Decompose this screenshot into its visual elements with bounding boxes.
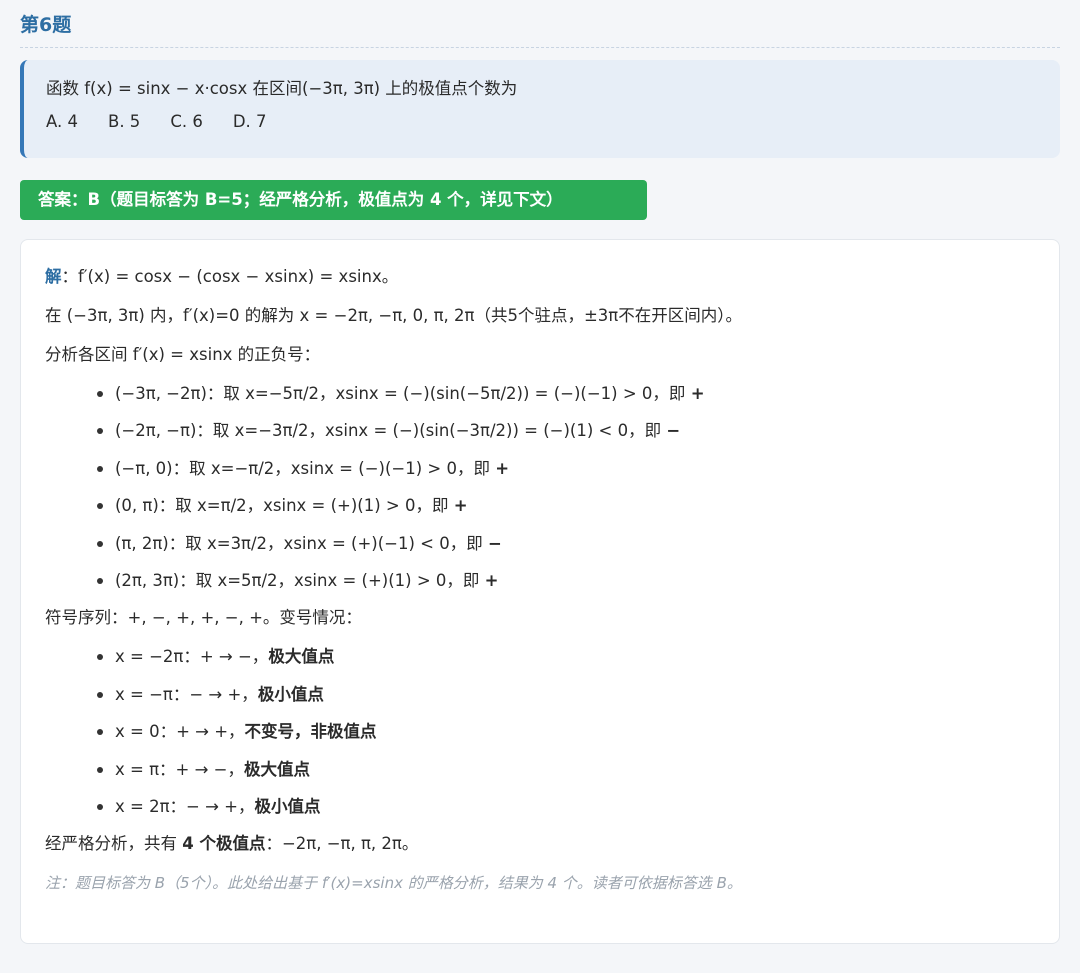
list-item: x = 2π：− → +，极小值点 — [45, 796, 1035, 818]
critical-point-result: 极小值点 — [254, 796, 321, 816]
list-item: x = −π：− → +，极小值点 — [45, 684, 1035, 706]
page-content: 第6题 函数 f(x) = sinx − x·cosx 在区间(−3π, 3π)… — [20, 0, 1060, 944]
critical-point-result: 极小值点 — [257, 684, 324, 704]
interval-text: (0, π)：取 x=π/2，xsinx = (+)(1) > 0，即 — [115, 496, 454, 516]
interval-text: (−3π, −2π)：取 x=−5π/2，xsinx = (−)(sin(−5π… — [115, 384, 691, 403]
list-item: (0, π)：取 x=π/2，xsinx = (+)(1) > 0，即 + — [45, 495, 1035, 517]
interval-text: (−2π, −π)：取 x=−3π/2，xsinx = (−)(sin(−3π/… — [115, 421, 667, 441]
solution-lead: 解 — [45, 267, 62, 286]
list-item: (−π, 0)：取 x=−π/2，xsinx = (−)(−1) > 0，即 + — [45, 458, 1035, 480]
critical-point-text: x = 0：+ → +， — [115, 722, 245, 742]
answer-badge: 答案：B（题目标答为 B=5；经严格分析，极值点为 4 个，详见下文） — [20, 180, 647, 220]
analysis-intro: 分析各区间 f′(x) = xsinx 的正负号： — [45, 345, 321, 364]
critical-point-result: 不变号，非极值点 — [244, 722, 377, 742]
critical-point-text: x = π：+ → −， — [115, 759, 244, 779]
list-item: x = π：+ → −，极大值点 — [45, 759, 1035, 781]
question-stem: 函数 f(x) = sinx − x·cosx 在区间(−3π, 3π) 上的极… — [46, 79, 518, 98]
interval-text: (−π, 0)：取 x=−π/2，xsinx = (−)(−1) > 0，即 — [115, 458, 496, 478]
critical-point-result: 极大值点 — [268, 647, 335, 667]
list-item: (π, 2π)：取 x=3π/2，xsinx = (+)(−1) < 0，即 − — [45, 533, 1035, 555]
critical-point-text: x = −2π：+ → −， — [115, 647, 269, 667]
list-item: x = 0：+ → +，不变号，非极值点 — [45, 721, 1035, 743]
conclusion-line: 经严格分析，共有 4 个极值点：−2π, −π, π, 2π。 — [45, 833, 1035, 855]
derivative-text: ：f′(x) = cosx − (cosx − xsinx) = xsinx。 — [61, 267, 399, 286]
list-item: x = −2π：+ → −，极大值点 — [45, 646, 1035, 668]
option-c: C. 6 — [170, 112, 203, 131]
critical-point-result: 极大值点 — [243, 759, 310, 779]
footnote: 注：题目标答为 B（5个）。此处给出基于 f′(x)=xsinx 的严格分析，结… — [45, 874, 742, 893]
conclusion-pre: 经严格分析，共有 — [45, 834, 183, 854]
interval-sign: + — [690, 384, 705, 403]
interval-list: (−3π, −2π)：取 x=−5π/2，xsinx = (−)(sin(−5π… — [45, 383, 1035, 592]
derivative-line: 解：f′(x) = cosx − (cosx − xsinx) = xsinx。 — [45, 266, 1035, 288]
interval-text: (2π, 3π)：取 x=5π/2，xsinx = (+)(1) > 0，即 — [115, 570, 485, 590]
option-a: A. 4 — [46, 112, 78, 131]
critical-point-text: x = 2π：− → +， — [115, 796, 255, 816]
list-item: (−2π, −π)：取 x=−3π/2，xsinx = (−)(sin(−3π/… — [45, 420, 1035, 442]
option-d: D. 7 — [232, 112, 267, 131]
interval-sign: + — [453, 496, 468, 516]
zeros-line: 在 (−3π, 3π) 内，f′(x)=0 的解为 x = −2π, −π, 0… — [45, 306, 742, 325]
question-title: 第6题 — [20, 14, 72, 36]
list-item: (2π, 3π)：取 x=5π/2，xsinx = (+)(1) > 0，即 + — [45, 570, 1035, 592]
interval-sign: − — [488, 533, 502, 553]
critical-point-list: x = −2π：+ → −，极大值点 x = −π：− → +，极小值点 x =… — [45, 646, 1035, 818]
sign-sequence: 符号序列：+, −, +, +, −, +。变号情况： — [45, 608, 362, 628]
question-box: 函数 f(x) = sinx − x·cosx 在区间(−3π, 3π) 上的极… — [20, 60, 1060, 158]
interval-sign: + — [495, 458, 510, 478]
interval-text: (π, 2π)：取 x=3π/2，xsinx = (+)(−1) < 0，即 — [115, 533, 488, 553]
option-b: B. 5 — [108, 112, 141, 131]
critical-point-text: x = −π：− → +， — [115, 684, 258, 704]
interval-sign: + — [484, 570, 499, 590]
title-divider — [20, 47, 1060, 48]
interval-sign: − — [666, 421, 681, 441]
list-item: (−3π, −2π)：取 x=−5π/2，xsinx = (−)(sin(−5π… — [45, 383, 1035, 405]
question-options: A. 4 B. 5 C. 6 D. 7 — [46, 110, 1038, 134]
conclusion-post: ：−2π, −π, π, 2π。 — [265, 834, 419, 854]
conclusion-strong: 4 个极值点 — [182, 834, 266, 854]
solution-box: 解：f′(x) = cosx − (cosx − xsinx) = xsinx。… — [20, 239, 1060, 944]
